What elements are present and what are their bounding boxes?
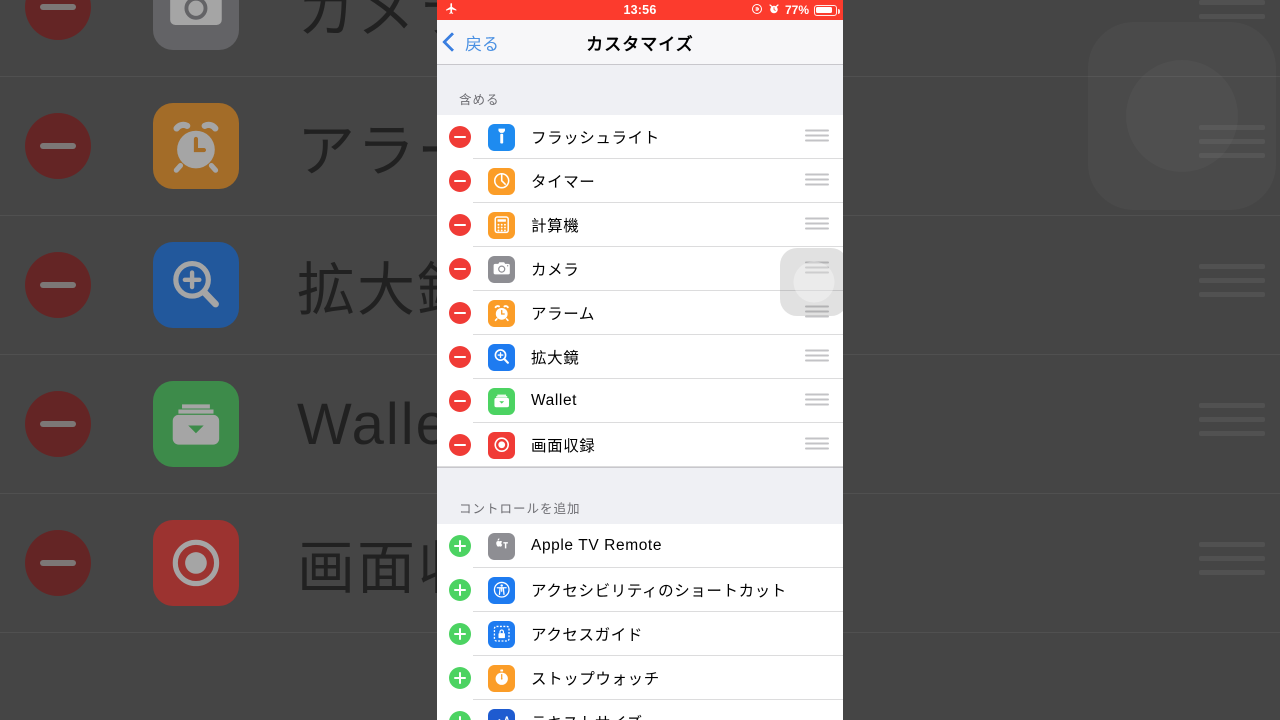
reorder-handle-icon[interactable] <box>805 349 829 365</box>
list-item[interactable]: カメラ <box>437 247 843 291</box>
background-remove-button <box>25 0 91 40</box>
guided-access-icon <box>488 620 515 648</box>
remove-button[interactable] <box>449 126 471 148</box>
alarm-clock-icon <box>488 299 515 327</box>
background-camera-icon <box>153 0 239 50</box>
section-header-more-controls: コントロールを追加 <box>437 467 843 524</box>
add-button[interactable] <box>449 579 471 601</box>
camera-icon <box>488 255 515 283</box>
page-title: カスタマイズ <box>586 34 694 54</box>
background-remove-button <box>25 113 91 179</box>
calculator-icon <box>488 211 515 239</box>
background-screen-record-icon <box>153 520 239 606</box>
list-item[interactable]: タイマー <box>437 159 843 203</box>
list-item-label: Wallet <box>531 392 578 409</box>
list-item-label: 拡大鏡 <box>531 350 580 367</box>
remove-button[interactable] <box>449 214 471 236</box>
list-item[interactable]: Apple TV Remote <box>437 524 843 568</box>
background-reorder-handle-icon <box>1199 403 1265 445</box>
list-item-label: カメラ <box>531 262 580 279</box>
text-size-icon <box>488 708 515 720</box>
timer-icon <box>488 167 515 195</box>
list-item-label: アクセシビリティのショートカット <box>531 583 787 600</box>
list-item[interactable]: Wallet <box>437 379 843 423</box>
background-wallet-icon <box>153 381 239 467</box>
remove-button[interactable] <box>449 390 471 412</box>
list-item[interactable]: アクセスガイド <box>437 612 843 656</box>
list-item[interactable]: 拡大鏡 <box>437 335 843 379</box>
reorder-handle-icon[interactable] <box>805 217 829 233</box>
background-reorder-handle-icon <box>1199 542 1265 584</box>
background-reorder-handle-icon <box>1199 264 1265 306</box>
screen-root: カメラ アラーム 拡大鏡 Wallet 画面収録 13:56 77% 戻る カス… <box>0 0 1280 720</box>
list-item[interactable]: フラッシュライト <box>437 115 843 159</box>
list-item-label: タイマー <box>531 174 596 191</box>
background-remove-button <box>25 530 91 596</box>
reorder-handle-icon[interactable] <box>805 129 829 145</box>
settings-list[interactable]: 含めるフラッシュライト タイマー計算機カメラアラーム拡大鏡 Wallet 画面収録コン… <box>437 65 843 720</box>
accessibility-icon <box>488 576 515 604</box>
background-magnifier-icon <box>153 242 239 328</box>
remove-button[interactable] <box>449 258 471 280</box>
status-bar: 13:56 77% <box>437 0 843 20</box>
flashlight-icon <box>488 123 515 151</box>
add-button[interactable] <box>449 667 471 689</box>
screen-record-icon <box>488 431 515 459</box>
touch-indicator-icon-background <box>1088 22 1276 210</box>
list-item-label: Apple TV Remote <box>531 537 663 554</box>
battery-percent-label: 77% <box>784 3 809 17</box>
list-item-label: テキストサイズ <box>531 711 643 720</box>
remove-button[interactable] <box>449 302 471 324</box>
battery-icon <box>814 4 840 16</box>
remove-button[interactable] <box>449 346 471 368</box>
rotation-lock-icon <box>751 3 763 18</box>
list-item[interactable]: ストップウォッチ <box>437 656 843 700</box>
add-button[interactable] <box>449 711 471 720</box>
reorder-handle-icon[interactable] <box>805 393 829 409</box>
list-item[interactable]: テキストサイズ <box>437 700 843 720</box>
list-item-label: フラッシュライト <box>531 130 660 147</box>
list-item[interactable]: 計算機 <box>437 203 843 247</box>
navigation-bar: 戻る カスタマイズ <box>437 20 843 65</box>
remove-button[interactable] <box>449 434 471 456</box>
add-button[interactable] <box>449 535 471 557</box>
list-item[interactable]: アラーム <box>437 291 843 335</box>
stopwatch-icon <box>488 664 515 692</box>
reorder-handle-icon[interactable] <box>805 305 829 321</box>
wallet-icon <box>488 387 515 415</box>
apple-tv-icon <box>488 532 515 560</box>
list-item-label: ストップウォッチ <box>531 671 660 688</box>
reorder-handle-icon[interactable] <box>805 173 829 189</box>
alarm-clock-icon <box>768 3 780 18</box>
reorder-handle-icon[interactable] <box>805 437 829 453</box>
section-header-included: 含める <box>437 65 843 115</box>
background-remove-button <box>25 391 91 457</box>
list-item-label: アラーム <box>531 306 595 323</box>
list-item[interactable]: 画面収録 <box>437 423 843 467</box>
reorder-handle-icon[interactable] <box>805 261 829 277</box>
status-bar-right: 77% <box>751 3 840 18</box>
list-item[interactable]: アクセシビリティのショートカット <box>437 568 843 612</box>
background-remove-button <box>25 252 91 318</box>
magnifier-icon <box>488 343 515 371</box>
list-item-label: アクセスガイド <box>531 627 643 644</box>
add-button[interactable] <box>449 623 471 645</box>
remove-button[interactable] <box>449 170 471 192</box>
list-item-label: 計算機 <box>531 218 580 235</box>
background-alarm-clock-icon <box>153 103 239 189</box>
list-item-label: 画面収録 <box>531 438 596 455</box>
phone-screen: 13:56 77% 戻る カスタマイズ 含めるフラッシュライト タイマー計算機カメ… <box>437 0 843 720</box>
